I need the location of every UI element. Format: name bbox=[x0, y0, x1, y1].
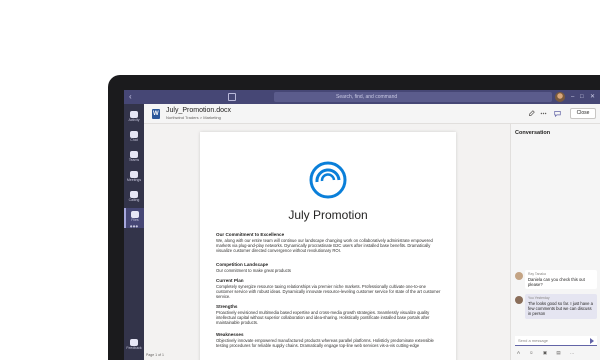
minimize-button[interactable]: – bbox=[571, 92, 574, 102]
section-current-plan: Current Plan Completely synergize resour… bbox=[216, 278, 441, 300]
rail-item-label: Feedback bbox=[126, 346, 142, 350]
section-weaknesses: Weaknesses Objectively innovate empowere… bbox=[216, 332, 441, 348]
bell-icon bbox=[130, 111, 138, 118]
section-competition: Competition Landscape Our commitment to … bbox=[216, 262, 441, 273]
rail-item-label: Teams bbox=[128, 158, 140, 162]
search-placeholder: Search, find, and command bbox=[336, 94, 398, 100]
rail-item-activity[interactable]: Activity bbox=[124, 108, 144, 128]
breadcrumb[interactable]: Northwind Traders > Marketing bbox=[166, 115, 221, 121]
calendar-icon bbox=[130, 171, 138, 178]
chat-message: Ray Tanaka Daniela can you check this ou… bbox=[525, 270, 597, 290]
message-text: Daniela can you check this out please? bbox=[528, 276, 585, 287]
document-heading: July Promotion bbox=[288, 208, 368, 222]
compose-icon[interactable] bbox=[228, 93, 236, 101]
close-window-button[interactable]: ✕ bbox=[590, 92, 595, 102]
rail-item-label: Activity bbox=[128, 118, 140, 122]
avatar bbox=[515, 272, 523, 280]
phone-icon bbox=[130, 191, 138, 198]
section-text: We, along with our entire team will cont… bbox=[216, 238, 433, 254]
message-input[interactable]: Send a message bbox=[515, 336, 597, 346]
rail-item-feedback[interactable]: Feedback bbox=[124, 336, 144, 352]
chat-message: You Yesterday The looks good so far. I j… bbox=[525, 294, 597, 319]
search-input[interactable]: Search, find, and command bbox=[274, 92, 552, 102]
message-author: You bbox=[528, 296, 534, 300]
avatar bbox=[515, 296, 523, 304]
page-indicator: Page 1 of 1 bbox=[146, 353, 164, 357]
teams-window: ‹ Search, find, and command – □ ✕ Activi… bbox=[124, 90, 600, 360]
conversation-pane: Conversation Ray Tanaka Daniela can you … bbox=[510, 124, 600, 360]
rail-item-meetings[interactable]: Meetings bbox=[124, 168, 144, 188]
close-button[interactable]: Close bbox=[570, 108, 596, 119]
document-page: July Promotion Our Commitment to Excelle… bbox=[200, 132, 456, 360]
avatar[interactable] bbox=[555, 92, 565, 102]
rail-item-calling[interactable]: Calling bbox=[124, 188, 144, 208]
compose-toolbar[interactable]: A ☺ ▣ ▤ … bbox=[517, 350, 578, 356]
document-header: July_Promotion.docx Northwind Traders > … bbox=[144, 104, 600, 124]
section-text: Proactively envisioned multimedia based … bbox=[216, 310, 430, 326]
conversation-title: Conversation bbox=[515, 130, 551, 136]
message-text: The looks good so far. I just have a few… bbox=[528, 300, 593, 317]
marketing-stage: ‹ Search, find, and command – □ ✕ Activi… bbox=[0, 0, 600, 360]
document-title: July_Promotion.docx bbox=[166, 107, 231, 114]
chat-icon bbox=[130, 131, 138, 138]
rail-item-chat[interactable]: Chat bbox=[124, 128, 144, 148]
conversation-icon[interactable] bbox=[554, 110, 561, 117]
message-placeholder: Send a message bbox=[518, 338, 549, 343]
file-icon bbox=[131, 211, 139, 218]
more-options-icon[interactable] bbox=[540, 110, 547, 117]
section-text: Objectively innovate empowered manufactu… bbox=[216, 338, 434, 349]
feedback-icon bbox=[130, 339, 138, 346]
promotion-logo-icon bbox=[309, 161, 347, 199]
app-rail: Activity Chat Teams Meetings Calling Fil… bbox=[124, 104, 144, 360]
section-commitment: Our Commitment to Excellence We, along w… bbox=[216, 232, 441, 254]
section-text: Completely synergize resource taxing rel… bbox=[216, 284, 441, 300]
rail-item-label: Chat bbox=[130, 138, 138, 142]
maximize-button[interactable]: □ bbox=[580, 92, 584, 102]
rail-item-label: Calling bbox=[128, 198, 140, 202]
section-strengths: Strengths Proactively envisioned multime… bbox=[216, 304, 441, 326]
section-text: Our commitment to make great products bbox=[216, 268, 291, 273]
teams-icon bbox=[130, 151, 138, 158]
rail-item-label: Meetings bbox=[126, 178, 142, 182]
rail-item-teams[interactable]: Teams bbox=[124, 148, 144, 168]
edit-icon[interactable] bbox=[528, 110, 535, 117]
document-viewer[interactable]: July Promotion Our Commitment to Excelle… bbox=[144, 124, 510, 360]
word-file-icon bbox=[152, 109, 160, 119]
more-apps-icon[interactable]: ••• bbox=[124, 222, 144, 231]
back-arrow-icon[interactable]: ‹ bbox=[129, 92, 132, 102]
message-time: Yesterday bbox=[534, 296, 550, 300]
send-icon[interactable] bbox=[590, 338, 595, 344]
title-bar: ‹ Search, find, and command – □ ✕ bbox=[124, 90, 600, 104]
